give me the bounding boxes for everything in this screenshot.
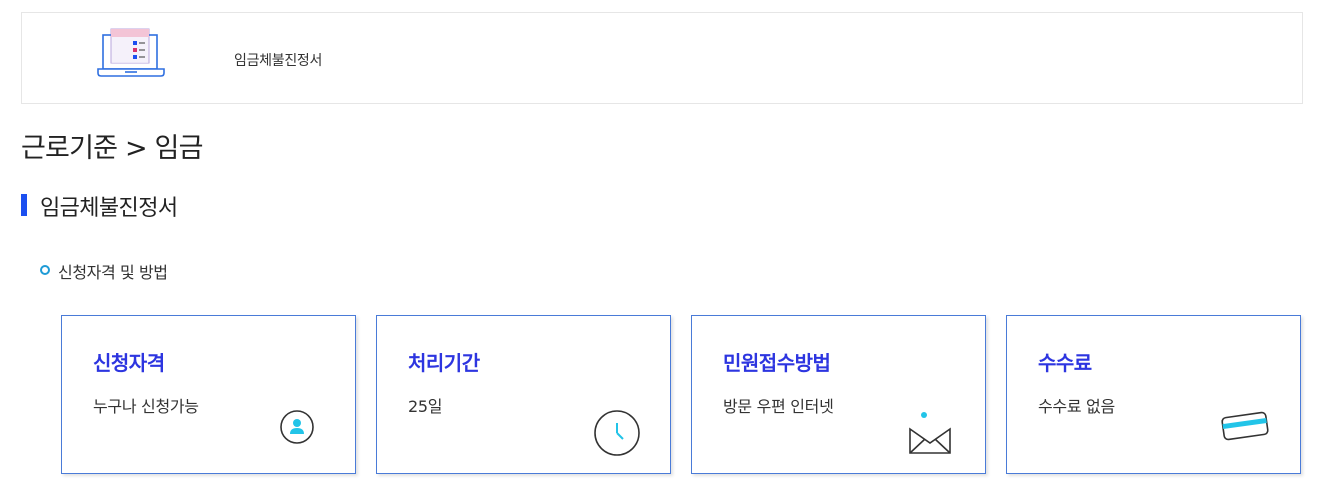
service-title: 임금체불진정서 [234,53,323,69]
breadcrumb: 근로기준 > 임금 [21,133,203,164]
user-icon [280,410,314,444]
card-title: 수수료 [1038,351,1092,375]
card-value: 수수료 없음 [1038,397,1115,416]
section-title: 임금체불진정서 [40,196,178,221]
card-value: 25일 [408,397,443,416]
clock-icon [594,410,640,456]
circle-bullet-icon [40,265,50,275]
card-fee: 수수료 수수료 없음 [1006,315,1301,474]
card-value: 방문 우편 인터넷 [723,397,834,416]
card-eligibility: 신청자격 누구나 신청가능 [61,315,356,474]
card-title: 신청자격 [93,351,165,375]
card-processing-period: 처리기간 25일 [376,315,671,474]
laptop-document-icon [97,28,165,77]
card-application-method: 민원접수방법 방문 우편 인터넷 [691,315,986,474]
card-title: 민원접수방법 [723,351,831,375]
card-title: 처리기간 [408,351,480,375]
section-bar [21,194,27,216]
card-icon [1221,411,1269,441]
subsection-title: 신청자격 및 방법 [58,263,168,282]
card-value: 누구나 신청가능 [93,397,199,416]
envelope-icon [909,412,951,454]
service-header: 임금체불진정서 [21,12,1303,104]
